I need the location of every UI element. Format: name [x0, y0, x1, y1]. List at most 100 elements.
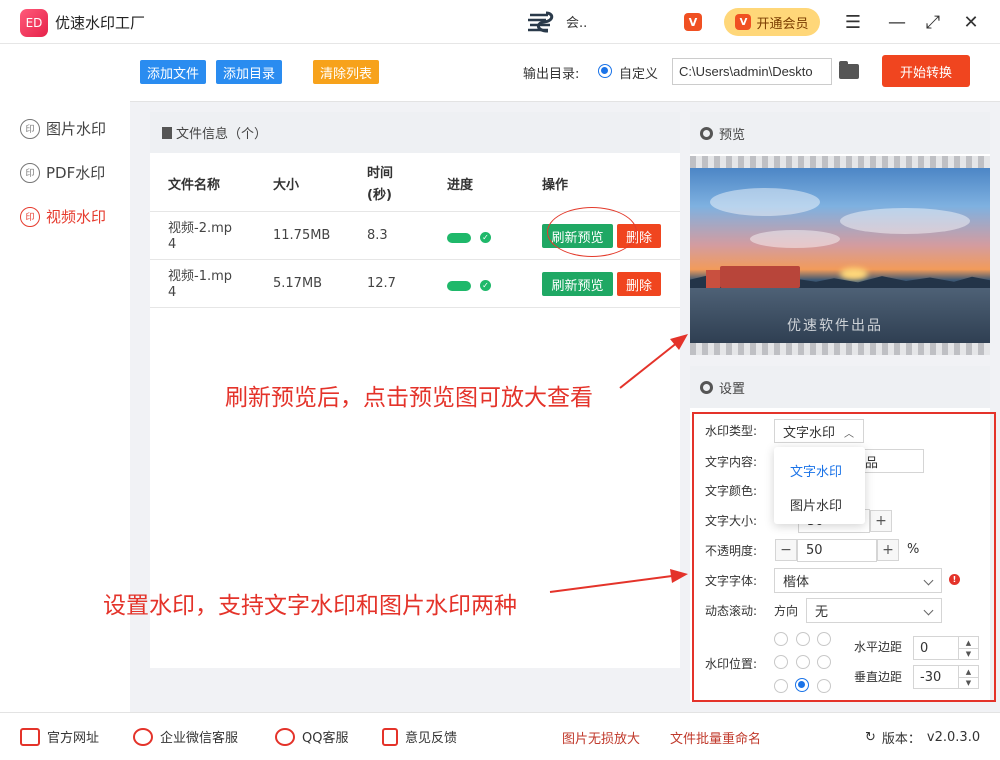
preview-watermark-text: 优速软件出品	[787, 318, 883, 334]
opacity-input[interactable]: 50	[797, 539, 877, 562]
scroll-direction-select[interactable]: 无	[806, 598, 942, 623]
opacity-minus-button[interactable]: −	[775, 539, 797, 561]
toolbar: 添加文件 添加目录 清除列表 输出目录: 自定义 C:\Users\admin\…	[130, 44, 1000, 102]
warning-icon[interactable]: !	[949, 574, 960, 585]
position-dot[interactable]	[796, 632, 810, 646]
custom-output-label[interactable]: 自定义	[619, 63, 658, 82]
app-title: 优速水印工厂	[55, 14, 146, 32]
sidebar-item-video-watermark[interactable]: 印 视频水印	[20, 206, 106, 227]
dropdown-option-text-watermark[interactable]: 文字水印	[790, 461, 842, 480]
progress-bar	[447, 281, 471, 291]
wechat-service-label: 企业微信客服	[160, 731, 239, 746]
app-window: ED 优速水印工厂 会.. V V 开通会员 ☰ — ⤢ ✕ 印 图片水印 印 …	[0, 0, 1000, 760]
lossless-enlarge-link[interactable]: 图片无损放大	[562, 728, 640, 747]
official-site-link[interactable]: 官方网址	[20, 727, 99, 746]
batch-rename-link[interactable]: 文件批量重命名	[670, 728, 761, 747]
refresh-preview-button[interactable]: 刷新预览	[542, 272, 613, 296]
v-margin-value: -30	[920, 669, 942, 685]
refresh-icon[interactable]: ↻	[865, 730, 876, 745]
preview-image[interactable]: 优速软件出品	[690, 156, 990, 355]
add-folder-button[interactable]: 添加目录	[216, 60, 283, 84]
dropdown-option-image-watermark[interactable]: 图片水印	[790, 495, 842, 514]
gear-icon	[700, 126, 713, 140]
wechat-icon	[133, 727, 153, 746]
sidebar-item-pdf-watermark[interactable]: 印 PDF水印	[20, 162, 105, 183]
text-content-value: 品	[865, 455, 879, 471]
v-margin-input[interactable]: -30 ▲ ▼	[913, 665, 979, 689]
settings-title: 设置	[719, 381, 746, 397]
preview-header: 预览	[690, 112, 990, 154]
spin-up-icon[interactable]: ▲	[958, 637, 978, 648]
clear-list-button[interactable]: 清除列表	[313, 60, 380, 84]
user-name[interactable]: 会..	[566, 12, 587, 31]
qq-service-label: QQ客服	[302, 731, 349, 746]
maximize-icon[interactable]: ⤢	[922, 11, 944, 33]
file-size: 5.17MB	[273, 276, 323, 291]
version-label: 版本：	[881, 732, 921, 747]
text-color-label: 文字颜色:	[705, 484, 758, 498]
delete-button[interactable]: 删除	[617, 272, 661, 296]
official-site-label: 官方网址	[47, 731, 100, 746]
spin-up-icon[interactable]: ▲	[958, 666, 978, 677]
v-margin-label: 垂直边距	[854, 670, 903, 684]
h-margin-input[interactable]: 0 ▲ ▼	[913, 636, 979, 660]
wechat-service-link[interactable]: 企业微信客服	[133, 727, 238, 746]
output-path-input[interactable]: C:\Users\admin\Deskto	[672, 58, 832, 85]
position-dot[interactable]	[774, 632, 788, 646]
column-header-time-unit: (秒)	[367, 188, 392, 203]
app-logo-icon: ED	[20, 9, 48, 37]
vip-badge-icon[interactable]: V	[684, 13, 702, 31]
start-convert-button[interactable]: 开始转换	[882, 55, 970, 87]
open-vip-button[interactable]: V 开通会员	[724, 8, 820, 36]
file-duration: 8.3	[367, 228, 388, 243]
version-value: v2.0.3.0	[926, 730, 981, 745]
position-dot-selected[interactable]	[795, 678, 809, 692]
settings-header: 设置	[690, 366, 990, 408]
add-file-button[interactable]: 添加文件	[140, 60, 207, 84]
position-dot[interactable]	[817, 632, 831, 646]
qq-service-link[interactable]: QQ客服	[275, 727, 348, 746]
document-icon	[162, 126, 172, 139]
custom-output-radio[interactable]	[598, 64, 612, 78]
watermark-type-select[interactable]: 文字水印 ︿	[774, 419, 864, 443]
opacity-plus-button[interactable]: +	[877, 539, 899, 561]
qq-icon	[275, 727, 295, 746]
title-bar: ED 优速水印工厂 会.. V V 开通会员 ☰ — ⤢ ✕	[0, 0, 1000, 44]
font-value: 楷体	[783, 575, 810, 590]
highlight-circle	[547, 207, 637, 257]
opacity-label: 不透明度:	[705, 544, 758, 558]
dynamic-scroll-label: 动态滚动:	[705, 604, 758, 618]
website-icon	[20, 727, 40, 746]
font-select[interactable]: 楷体	[774, 568, 942, 593]
preview-panel: 预览 优速软件出品	[690, 112, 990, 355]
column-header-name: 文件名称	[168, 178, 221, 193]
position-dot[interactable]	[796, 655, 810, 669]
minimize-icon[interactable]: —	[886, 11, 908, 33]
opacity-unit: %	[907, 542, 920, 557]
position-dot[interactable]	[817, 679, 831, 693]
gear-icon	[700, 380, 713, 394]
feedback-link[interactable]: 意见反馈	[382, 727, 457, 746]
position-dot[interactable]	[817, 655, 831, 669]
close-icon[interactable]: ✕	[960, 11, 982, 33]
row-divider	[150, 307, 680, 308]
file-name: 视频-1.mp	[168, 269, 233, 284]
menu-icon[interactable]: ☰	[842, 11, 864, 33]
position-dot[interactable]	[774, 679, 788, 693]
check-icon: ✓	[480, 232, 491, 243]
pdf-watermark-icon: 印	[20, 162, 40, 183]
vip-icon: V	[735, 14, 752, 30]
open-vip-label: 开通会员	[756, 16, 809, 32]
spin-down-icon[interactable]: ▼	[958, 677, 978, 688]
sidebar-item-image-watermark[interactable]: 印 图片水印	[20, 118, 106, 139]
text-size-plus-button[interactable]: +	[870, 510, 892, 532]
spin-down-icon[interactable]: ▼	[958, 648, 978, 659]
folder-icon[interactable]	[839, 61, 859, 79]
text-size-label: 文字大小:	[705, 514, 758, 528]
row-divider	[150, 259, 680, 260]
text-content-input[interactable]: 品	[864, 449, 924, 473]
progress-bar	[447, 233, 471, 243]
truck-shape	[706, 266, 800, 288]
column-header-time: 时间	[367, 166, 394, 181]
position-dot[interactable]	[774, 655, 788, 669]
